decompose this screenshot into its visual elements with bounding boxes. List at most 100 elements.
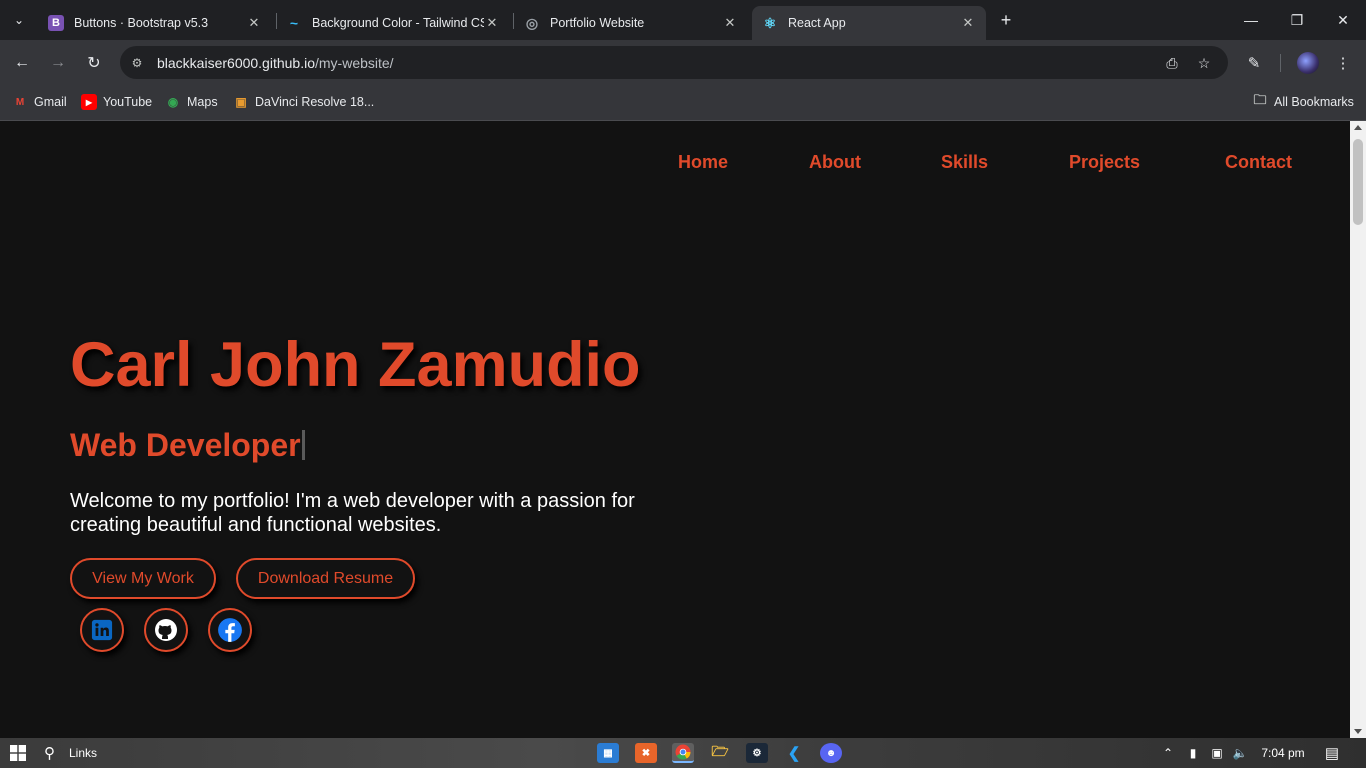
taskbar-chrome-app[interactable] [672,743,694,763]
close-icon[interactable]: ✕ [246,15,262,31]
reload-button[interactable]: ↻ [82,51,106,75]
taskbar-search-label: Links [69,746,98,760]
nav-home[interactable]: Home [678,152,728,173]
nav-skills[interactable]: Skills [941,152,988,173]
folder-icon: 🗁 [711,743,729,759]
tab-portfolio[interactable]: ◎ Portfolio Website ✕ [514,6,748,40]
close-window-button[interactable]: ✕ [1320,0,1366,40]
tab-title: Portfolio Website [550,16,645,30]
tab-bootstrap[interactable]: B Buttons · Bootstrap v5.3 ✕ [38,6,272,40]
react-favicon-icon: ⚛ [763,14,777,31]
search-icon: ⚲ [44,745,55,762]
facebook-link[interactable] [208,608,252,652]
maps-icon: ◉ [167,95,179,109]
vscode-icon: ❮ [787,745,801,762]
scroll-down-arrow-icon[interactable] [1354,729,1362,734]
youtube-icon: ▶ [81,94,97,110]
restore-button[interactable]: ❐ [1274,0,1320,40]
bookmark-davinci[interactable]: ▣ DaVinci Resolve 18... [233,94,374,110]
taskbar-vscode-app[interactable]: ❮ [783,743,805,763]
site-info-icon[interactable]: ⚙ [128,54,146,72]
scroll-up-arrow-icon[interactable] [1354,125,1362,130]
battery-icon[interactable]: ▮ [1184,743,1202,763]
widgets-icon: ▦ [603,747,613,759]
all-bookmarks-button[interactable]: 🗀 All Bookmarks [1252,92,1354,110]
tab-tailwind[interactable]: ~ Background Color - Tailwind CSS ✕ [276,6,510,40]
forward-button[interactable]: → [46,51,70,75]
taskbar-widgets-app[interactable]: ▦ [597,743,619,763]
windows-logo-icon [10,745,26,761]
xampp-icon: ✖ [641,747,651,759]
minimize-icon: — [1244,12,1258,28]
minimize-button[interactable]: — [1228,0,1274,40]
view-work-button[interactable]: View My Work [70,558,216,599]
new-tab-button[interactable]: + [996,10,1016,31]
page-scrollbar[interactable] [1350,121,1366,738]
windows-taskbar: ⚲ Links ▦ ✖ 🗁 ⚙ ❮ ☻ ⌃ ▮ ▣ 🔈 7:04 pm ▤ [0,738,1366,768]
tab-search-button[interactable]: ⌄ [8,9,30,31]
bookmark-maps[interactable]: ◉ Maps [165,94,218,110]
extensions-icon[interactable]: ✎ [1242,51,1266,75]
close-icon: ✕ [1337,11,1349,28]
bookmark-gmail[interactable]: M Gmail [12,94,67,110]
close-icon[interactable]: ✕ [960,15,976,31]
install-app-icon[interactable]: ⎙ [1162,53,1182,73]
tab-title: Buttons · Bootstrap v5.3 [74,16,209,30]
folder-icon: 🗀 [1253,92,1267,107]
nav-projects[interactable]: Projects [1069,152,1140,173]
bookmarks-bar: M Gmail ▶ YouTube ◉ Maps ▣ DaVinci Resol… [0,85,1366,121]
nav-contact[interactable]: Contact [1225,152,1292,173]
hero-name: Carl John Zamudio [70,330,641,400]
davinci-resolve-icon: ▣ [235,95,247,109]
taskbar-xampp-app[interactable]: ✖ [635,743,657,763]
volume-icon[interactable]: 🔈 [1231,743,1249,763]
hero-role-line: Web Developer [70,427,305,464]
taskbar-steam-app[interactable]: ⚙ [746,743,768,763]
hero-role: Web Developer [70,427,301,463]
network-icon[interactable]: ▣ [1208,743,1226,763]
discord-icon: ☻ [825,747,837,759]
linkedin-icon [91,619,113,641]
start-button[interactable] [8,743,28,763]
page-viewport: Home About Skills Projects Contact Carl … [0,121,1350,738]
close-icon[interactable]: ✕ [484,15,500,31]
taskbar-file-explorer-app[interactable]: 🗁 [709,743,731,763]
chevron-down-icon: ⌄ [13,13,25,27]
profile-avatar[interactable] [1297,52,1319,74]
tab-title: React App [788,16,846,30]
url-host: blackkaiser6000.github.io [157,55,315,71]
typing-cursor [301,430,305,460]
arrow-right-icon: → [50,54,66,71]
scroll-thumb[interactable] [1353,139,1363,225]
bookmark-label: Maps [187,95,218,109]
clock[interactable]: 7:04 pm [1258,743,1308,763]
bookmark-label: DaVinci Resolve 18... [255,95,375,109]
globe-icon: ◎ [525,14,539,31]
tab-react-app[interactable]: ⚛ React App ✕ [752,6,986,40]
tailwind-favicon-icon: ~ [289,15,299,31]
linkedin-link[interactable] [80,608,124,652]
menu-kebab-icon[interactable]: ⋮ [1331,51,1355,75]
url-text[interactable]: blackkaiser6000.github.io/my-website/ [157,55,394,71]
bookmark-youtube[interactable]: ▶ YouTube [81,94,152,110]
bookmark-label: Gmail [34,95,67,109]
restore-icon: ❐ [1290,11,1304,28]
github-icon [155,619,177,641]
taskbar-discord-app[interactable]: ☻ [820,743,842,763]
browser-toolbar: ← → ↻ ⚙ blackkaiser6000.github.io/my-web… [0,40,1366,85]
all-bookmarks-label: All Bookmarks [1274,95,1354,109]
bookmark-label: YouTube [103,95,153,109]
reload-icon: ↻ [87,55,101,72]
taskbar-search[interactable]: ⚲ Links [44,743,124,763]
steam-icon: ⚙ [752,747,762,759]
close-icon[interactable]: ✕ [722,15,738,31]
back-button[interactable]: ← [10,51,34,75]
gmail-icon: M [15,96,25,108]
tray-overflow-button[interactable]: ⌃ [1160,743,1176,763]
download-resume-button[interactable]: Download Resume [236,558,415,599]
bookmark-star-icon[interactable]: ☆ [1194,53,1214,73]
notifications-icon[interactable]: ▤ [1322,743,1342,763]
nav-about[interactable]: About [809,152,861,173]
github-link[interactable] [144,608,188,652]
address-bar[interactable]: ⚙ blackkaiser6000.github.io/my-website/ … [120,46,1228,79]
